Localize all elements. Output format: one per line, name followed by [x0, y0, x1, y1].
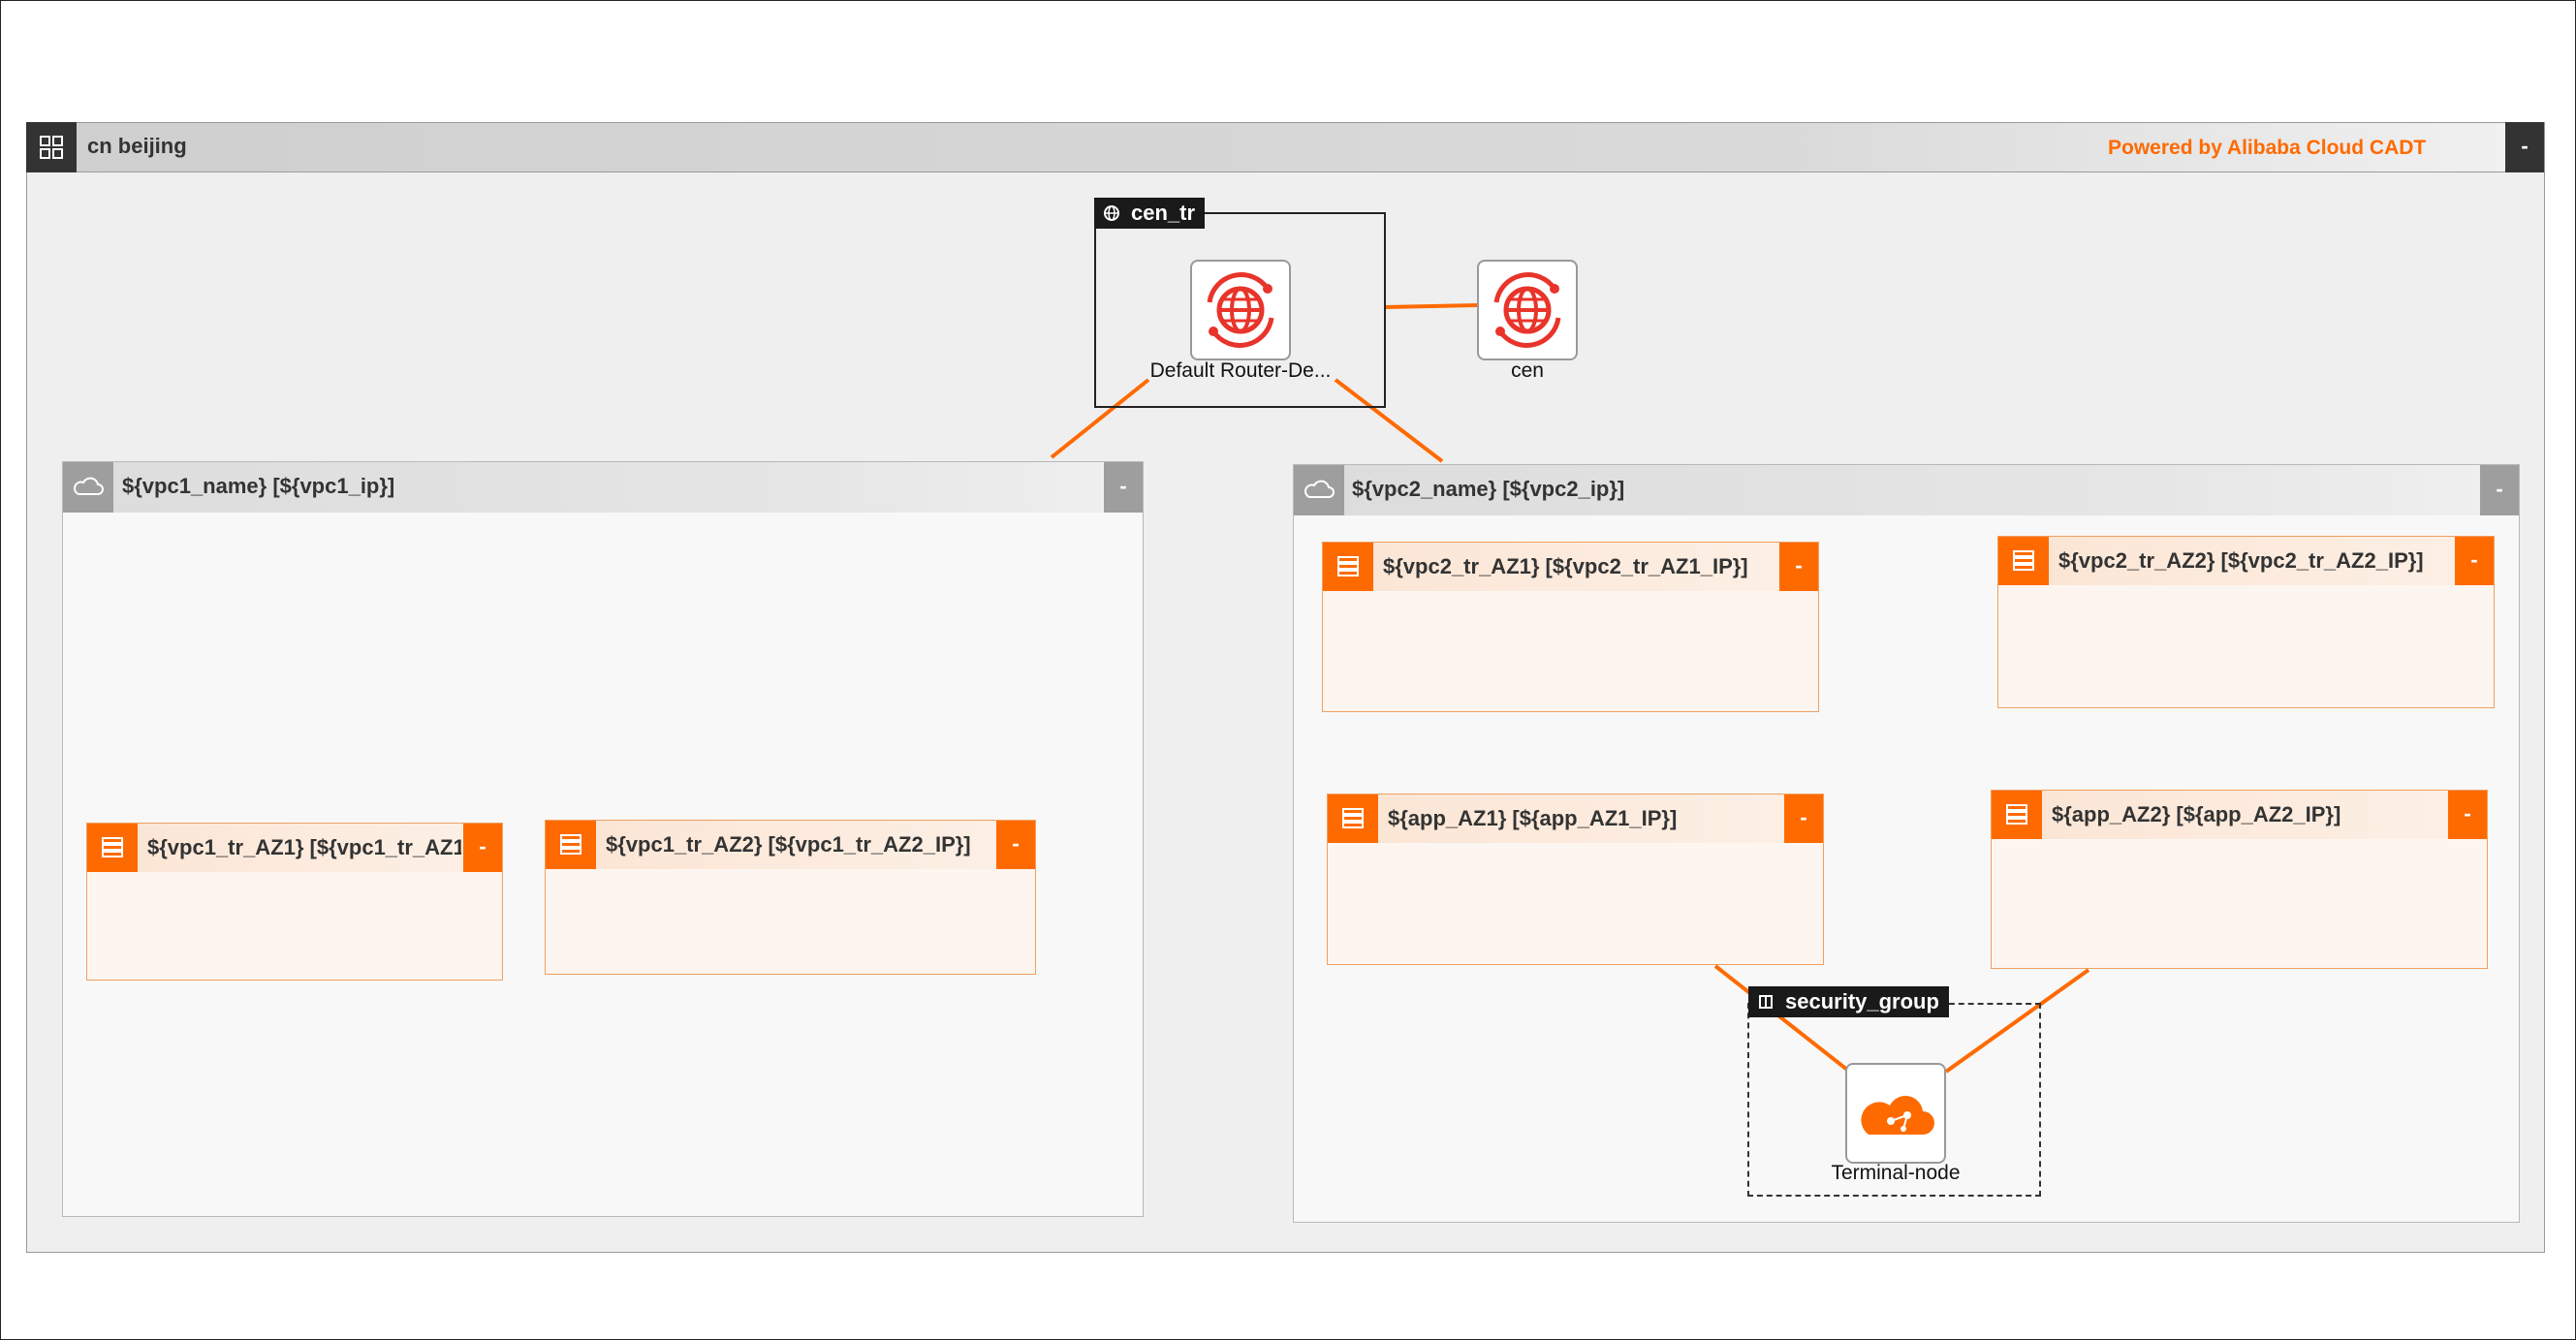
region-collapse-button[interactable]: - — [2505, 122, 2544, 172]
cloud-outline-icon — [1294, 465, 1344, 515]
vpc1-collapse-button[interactable]: - — [1104, 462, 1143, 513]
grid-icon — [26, 122, 77, 172]
subnet-collapse-button[interactable]: - — [2455, 537, 2494, 585]
subnet-title: ${vpc1_tr_AZ2} [${vpc1_tr_AZ2_IP}] — [606, 832, 971, 857]
cloud-node-icon — [1861, 1096, 1934, 1135]
vpc2-collapse-button[interactable]: - — [2480, 465, 2519, 515]
subnet-collapse-button[interactable]: - — [463, 824, 502, 872]
cen-node[interactable] — [1477, 260, 1578, 360]
cloud-outline-icon — [63, 462, 113, 513]
subnet-title: ${app_AZ2} [${app_AZ2_IP}] — [2052, 802, 2341, 826]
subnet-app-az1: ${app_AZ1} [${app_AZ1_IP}] - — [1327, 794, 1824, 965]
subnet-app-az2: ${app_AZ2} [${app_AZ2_IP}] - — [1991, 790, 2488, 969]
subnet-title: ${vpc2_tr_AZ1} [${vpc2_tr_AZ1_IP}] — [1383, 554, 1748, 578]
terminal-node[interactable] — [1845, 1063, 1946, 1164]
powered-by-label[interactable]: Powered by Alibaba Cloud CADT — [2108, 137, 2426, 160]
subnet-collapse-button[interactable]: - — [1779, 543, 1818, 591]
router-node[interactable] — [1190, 260, 1291, 360]
subnet-vpc1-tr-az2: ${vpc1_tr_AZ2} [${vpc1_tr_AZ2_IP}] - — [545, 820, 1036, 975]
subnet-vpc2-tr-az2: ${vpc2_tr_AZ2} [${vpc2_tr_AZ2_IP}] - — [1997, 536, 2495, 708]
cen-tr-label: cen_tr — [1131, 201, 1196, 225]
subnet-vpc2-tr-az1: ${vpc2_tr_AZ1} [${vpc2_tr_AZ1_IP}] - — [1322, 542, 1819, 712]
region-title: cn beijing — [87, 134, 187, 158]
server-stack-icon — [87, 824, 138, 872]
globe-router-icon — [1493, 272, 1561, 348]
subnet-collapse-button[interactable]: - — [996, 821, 1035, 869]
globe-router-icon — [1207, 272, 1274, 348]
server-stack-icon — [546, 821, 596, 869]
globe-router-icon — [1104, 205, 1119, 221]
cen-tr-tag: cen_tr — [1094, 198, 1206, 229]
vpc2-title: ${vpc2_name} [${vpc2_ip}] — [1352, 477, 1625, 501]
server-stack-icon — [1992, 791, 2042, 839]
server-stack-icon — [1998, 537, 2049, 585]
router-node-label: Default Router-De... — [1149, 359, 1332, 382]
terminal-node-label: Terminal-node — [1831, 1162, 1961, 1184]
subnet-vpc1-tr-az1: ${vpc1_tr_AZ1} [${vpc1_tr_AZ1_IP}] - — [86, 823, 503, 981]
shield-icon — [1759, 995, 1773, 1009]
server-stack-icon — [1323, 543, 1373, 591]
cen-node-label: cen — [1511, 359, 1544, 382]
security-group-tag: security_group — [1748, 986, 1949, 1017]
subnet-collapse-button[interactable]: - — [2448, 791, 2487, 839]
subnet-title: ${vpc1_tr_AZ1} [${vpc1_tr_AZ1_IP}] — [147, 835, 461, 859]
security-group-label: security_group — [1785, 989, 1939, 1013]
subnet-title: ${app_AZ1} [${app_AZ1_IP}] — [1388, 806, 1678, 830]
vpc1-title: ${vpc1_name} [${vpc1_ip}] — [122, 474, 395, 498]
server-stack-icon — [1328, 795, 1378, 843]
subnet-collapse-button[interactable]: - — [1784, 795, 1823, 843]
subnet-title: ${vpc2_tr_AZ2} [${vpc2_tr_AZ2_IP}] — [2058, 548, 2424, 573]
